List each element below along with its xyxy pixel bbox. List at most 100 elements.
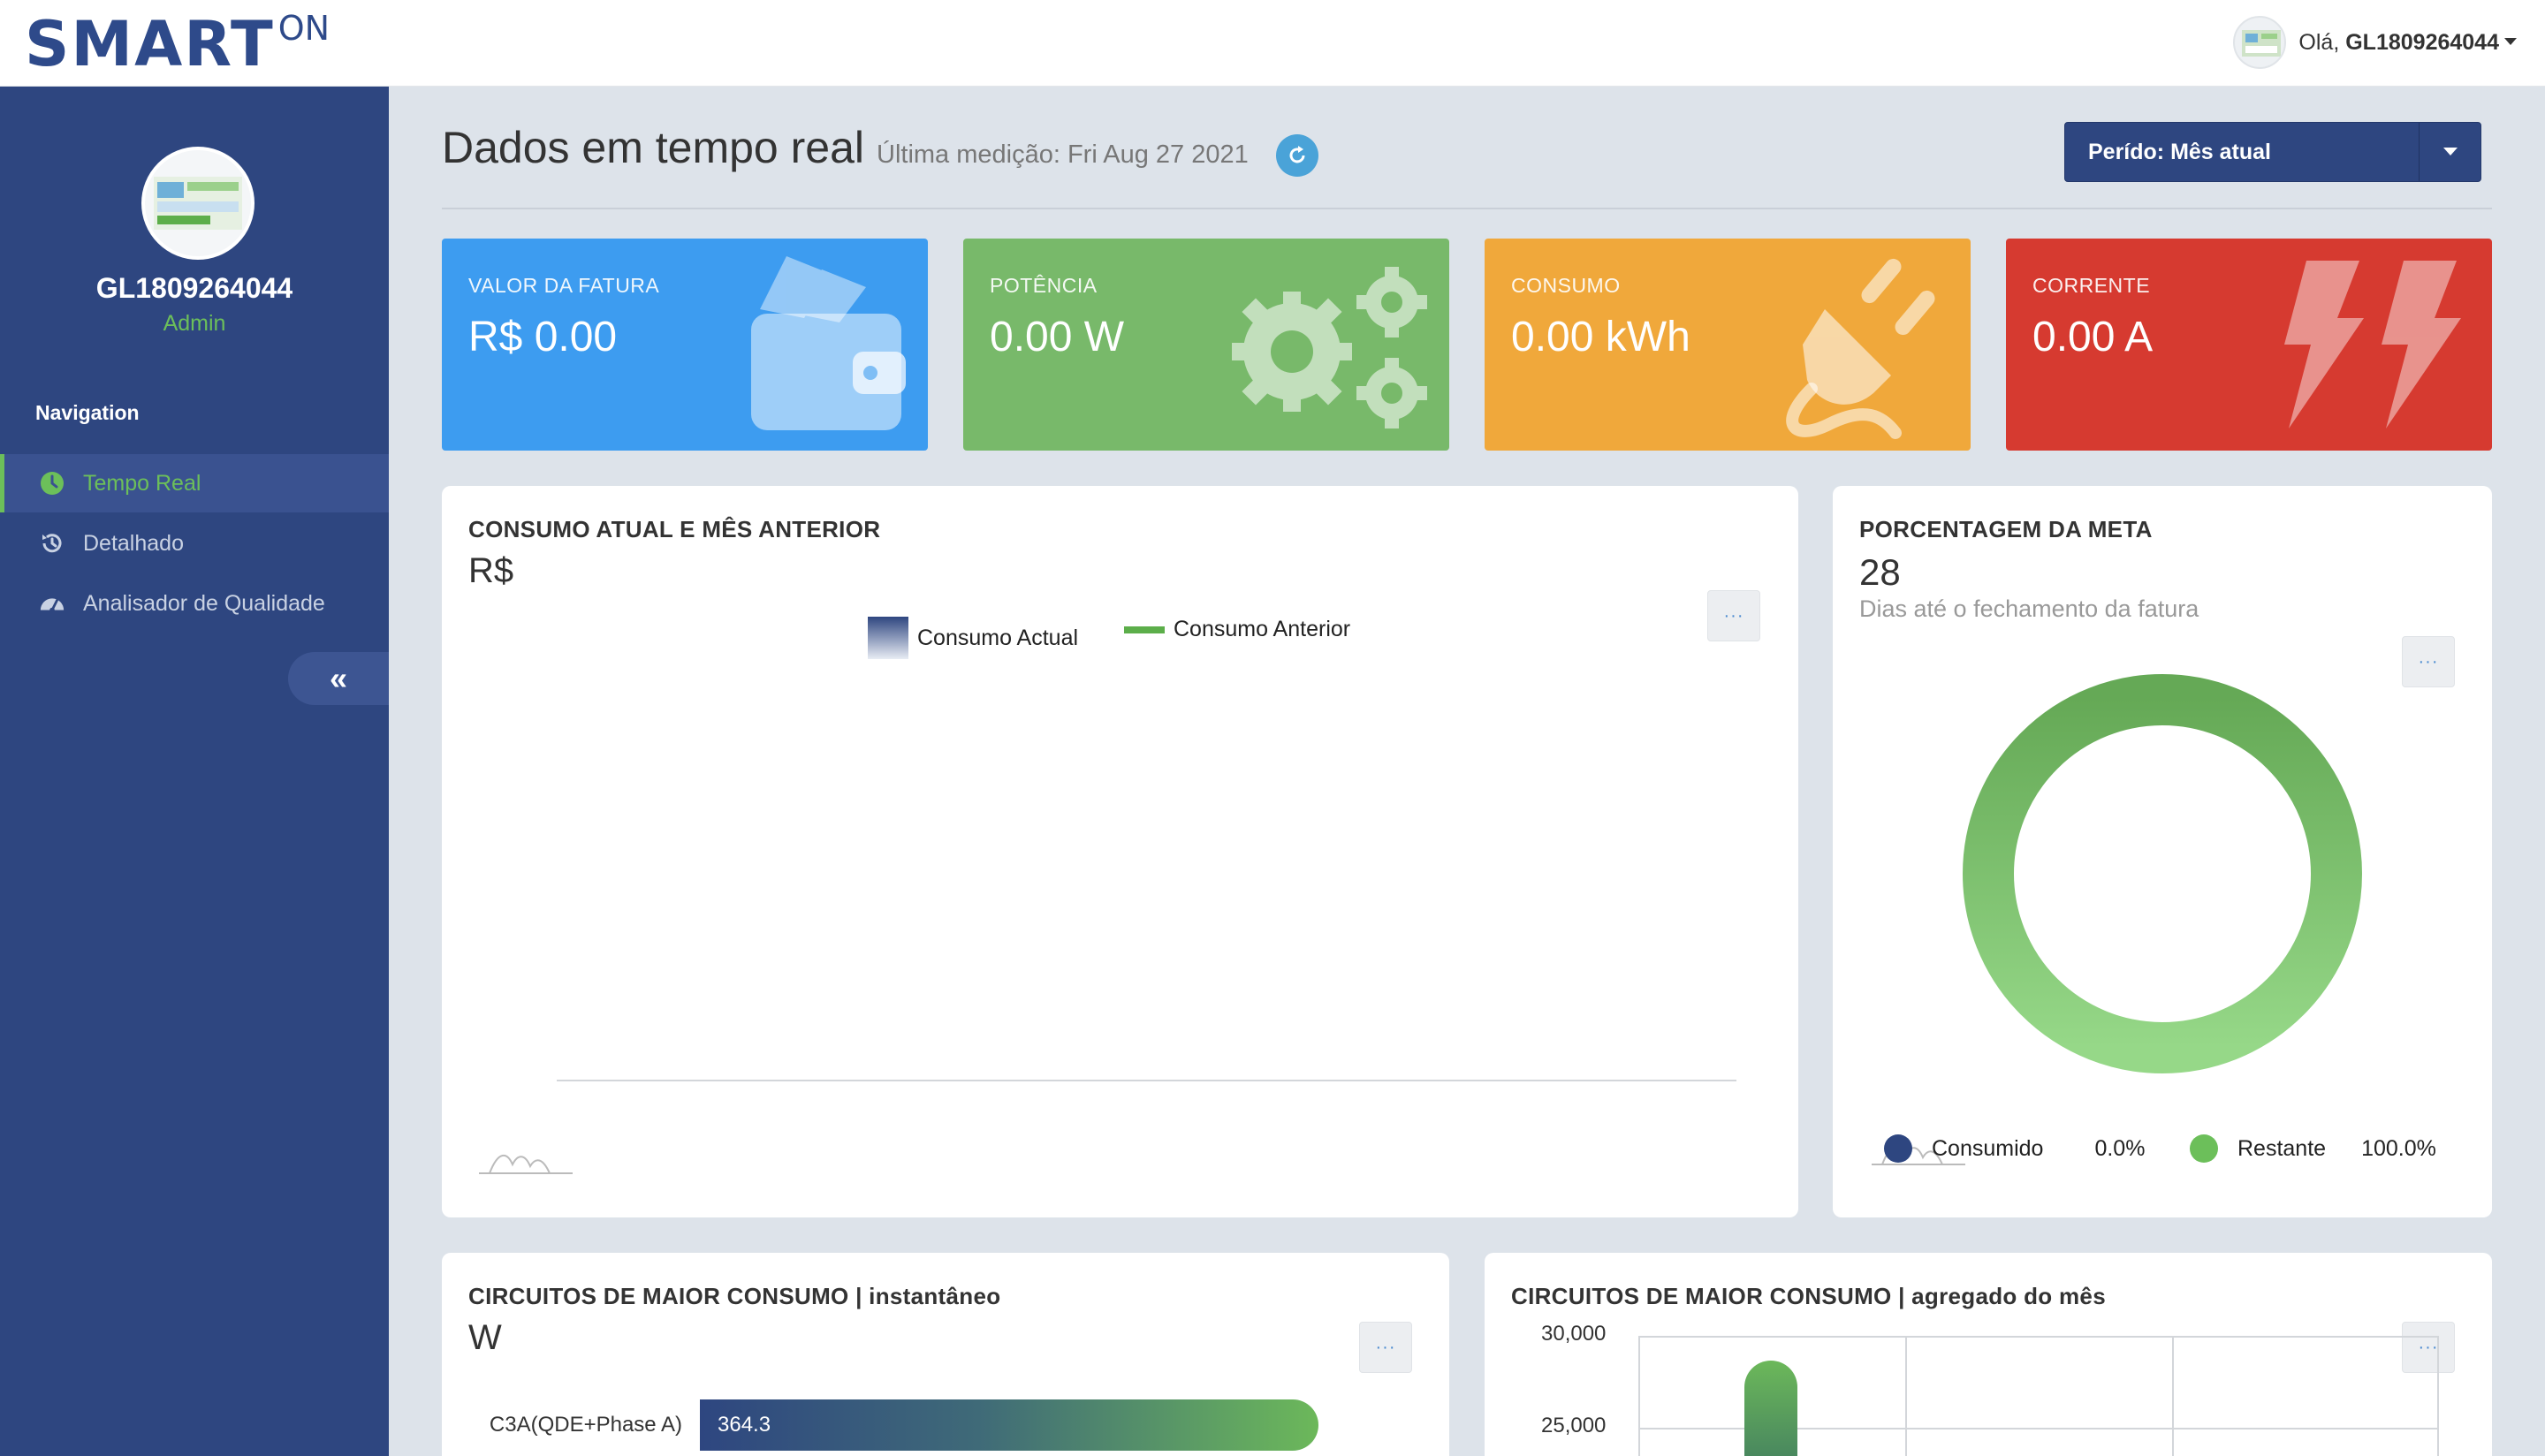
goal-panel: PORCENTAGEM DA META 28 Dias até o fecham… bbox=[1833, 486, 2492, 1217]
panel-unit: R$ bbox=[468, 551, 514, 590]
legend-consumido[interactable]: Consumido 0.0% bbox=[1884, 1134, 2145, 1163]
gauge-icon bbox=[39, 590, 65, 617]
circuits-month-panel: CIRCUITOS DE MAIOR CONSUMO | agregado do… bbox=[1485, 1253, 2492, 1456]
kpi-value: 0.00 W bbox=[990, 314, 1125, 360]
gears-icon bbox=[1232, 267, 1427, 428]
panel-title: PORCENTAGEM DA META bbox=[1859, 516, 2153, 542]
clock-icon bbox=[39, 470, 65, 497]
logo-superscript: ON bbox=[277, 9, 330, 48]
sidebar-item-label: Analisador de Qualidade bbox=[83, 590, 325, 616]
bar-value: 364.3 bbox=[718, 1413, 771, 1437]
y-tick-label: 30,000 bbox=[1541, 1322, 1607, 1346]
kpi-label: VALOR DA FATURA bbox=[468, 274, 660, 297]
user-greeting: Olá, GL1809264044 bbox=[2298, 30, 2499, 56]
goal-donut-chart bbox=[1963, 674, 2362, 1073]
ellipsis-icon: ··· bbox=[2418, 651, 2439, 671]
days-count: 28 bbox=[1859, 551, 1901, 593]
page-header: Dados em tempo real Última medição: Fri … bbox=[442, 122, 1249, 173]
sidebar-avatar bbox=[141, 147, 254, 260]
period-select[interactable]: Perído: Mês atual bbox=[2064, 122, 2481, 182]
donut-slice-restante[interactable] bbox=[1963, 674, 2362, 1073]
last-measure: Última medição: Fri Aug 27 2021 bbox=[877, 140, 1249, 169]
no-data-wave-icon bbox=[479, 1155, 573, 1174]
kpi-label: CONSUMO bbox=[1511, 274, 1621, 297]
grid-line-vertical bbox=[2172, 1336, 2174, 1456]
circuits-instant-panel: CIRCUITOS DE MAIOR CONSUMO | instantâneo… bbox=[442, 1253, 1449, 1456]
kpi-value: R$ 0.00 bbox=[468, 314, 618, 360]
legend-label: Consumo Anterior bbox=[1174, 617, 1351, 641]
sidebar: GL1809264044 Admin Navigation Tempo Real… bbox=[0, 87, 389, 1456]
legend-consumo-actual[interactable]: Consumo Actual bbox=[868, 617, 1078, 659]
kpi-card-potencia: POTÊNCIA 0.00 W bbox=[963, 239, 1449, 451]
grid-line-vertical bbox=[2437, 1336, 2439, 1456]
consumption-panel: CONSUMO ATUAL E MÊS ANTERIOR R$ ··· Cons… bbox=[442, 486, 1798, 1217]
chart-menu-button[interactable]: ··· bbox=[1707, 590, 1760, 641]
period-label: Perído: Mês atual bbox=[2088, 139, 2271, 164]
sidebar-item-label: Detalhado bbox=[83, 530, 184, 556]
double-chevron-left-icon: « bbox=[329, 660, 348, 696]
legend-swatch-circle bbox=[2190, 1134, 2218, 1163]
sidebar-item-analisador[interactable]: Analisador de Qualidade bbox=[0, 574, 389, 633]
legend-label: Restante bbox=[2237, 1135, 2327, 1161]
legend-label: Consumo Actual bbox=[917, 625, 1079, 650]
greeting-username: GL1809264044 bbox=[2345, 29, 2499, 55]
legend-swatch-gradient bbox=[868, 617, 908, 659]
panel-unit: W bbox=[468, 1318, 502, 1357]
legend-value: 100.0% bbox=[2361, 1135, 2436, 1161]
panel-title: CONSUMO ATUAL E MÊS ANTERIOR bbox=[468, 516, 881, 542]
refresh-button[interactable] bbox=[1276, 134, 1318, 177]
legend-swatch-circle bbox=[1884, 1134, 1912, 1163]
ellipsis-icon: ··· bbox=[1723, 605, 1744, 626]
legend-swatch-line bbox=[1124, 626, 1165, 633]
x-axis-line bbox=[557, 1080, 1736, 1081]
chart-menu-button[interactable]: ··· bbox=[2402, 1322, 2455, 1373]
logo-text: SMART bbox=[25, 8, 275, 80]
ellipsis-icon: ··· bbox=[1375, 1337, 1396, 1357]
sidebar-item-tempo-real[interactable]: Tempo Real bbox=[0, 454, 389, 512]
kpi-label: CORRENTE bbox=[2032, 274, 2151, 297]
page-title: Dados em tempo real bbox=[442, 123, 865, 172]
grid-line-vertical bbox=[1638, 1336, 1640, 1456]
legend-consumo-anterior[interactable]: Consumo Anterior bbox=[1124, 617, 1350, 642]
sidebar-collapse-button[interactable]: « bbox=[288, 652, 389, 705]
chart-menu-button[interactable]: ··· bbox=[1359, 1322, 1412, 1373]
bar-label: C3A(QDE+Phase A) bbox=[489, 1413, 682, 1437]
bar-fill[interactable]: 364.3 bbox=[700, 1399, 1318, 1451]
chart-menu-button[interactable]: ··· bbox=[2402, 636, 2455, 687]
plug-icon bbox=[1786, 258, 1935, 439]
legend-value: 0.0% bbox=[2094, 1135, 2146, 1161]
kpi-card-corrente: CORRENTE 0.00 A bbox=[2006, 239, 2492, 451]
caret-down-icon bbox=[2504, 38, 2517, 45]
grid-line bbox=[1638, 1336, 2439, 1338]
refresh-icon bbox=[1289, 146, 1305, 163]
greeting-prefix: Olá, bbox=[2298, 29, 2340, 55]
days-label: Dias até o fechamento da fatura bbox=[1859, 595, 2199, 622]
nav-title: Navigation bbox=[35, 401, 140, 424]
kpi-card-fatura: VALOR DA FATURA R$ 0.00 bbox=[442, 239, 928, 451]
period-dropdown-toggle[interactable] bbox=[2419, 123, 2480, 181]
sidebar-item-detalhado[interactable]: Detalhado bbox=[0, 514, 389, 573]
sidebar-role: Admin bbox=[163, 311, 226, 336]
panel-title: CIRCUITOS DE MAIOR CONSUMO | instantâneo bbox=[468, 1283, 1001, 1309]
wallet-icon bbox=[751, 256, 906, 430]
kpi-label: POTÊNCIA bbox=[990, 274, 1098, 297]
kpi-value: 0.00 A bbox=[2032, 314, 2154, 360]
month-bar[interactable] bbox=[1744, 1361, 1797, 1456]
history-icon bbox=[39, 530, 65, 557]
top-bar: SMART ON Olá, GL1809264044 bbox=[0, 0, 2545, 87]
legend-label: Consumido bbox=[1932, 1135, 2044, 1161]
kpi-value: 0.00 kWh bbox=[1511, 314, 1690, 360]
user-avatar bbox=[2233, 16, 2287, 69]
header-divider bbox=[442, 208, 2492, 209]
caret-down-icon bbox=[2442, 148, 2458, 155]
kpi-card-consumo: CONSUMO 0.00 kWh bbox=[1485, 239, 1971, 451]
legend-restante[interactable]: Restante 100.0% bbox=[2190, 1134, 2436, 1163]
smarton-logo[interactable]: SMART ON bbox=[25, 8, 330, 80]
bar-row: C3A(QDE+Phase A) 364.3 bbox=[468, 1399, 1318, 1451]
sidebar-item-label: Tempo Real bbox=[83, 470, 201, 496]
user-menu[interactable]: Olá, GL1809264044 bbox=[2233, 16, 2517, 69]
panel-title: CIRCUITOS DE MAIOR CONSUMO | agregado do… bbox=[1511, 1283, 2106, 1309]
y-tick-label: 25,000 bbox=[1541, 1414, 1607, 1437]
grid-line-vertical bbox=[1905, 1336, 1907, 1456]
sidebar-username: GL1809264044 bbox=[95, 272, 293, 304]
